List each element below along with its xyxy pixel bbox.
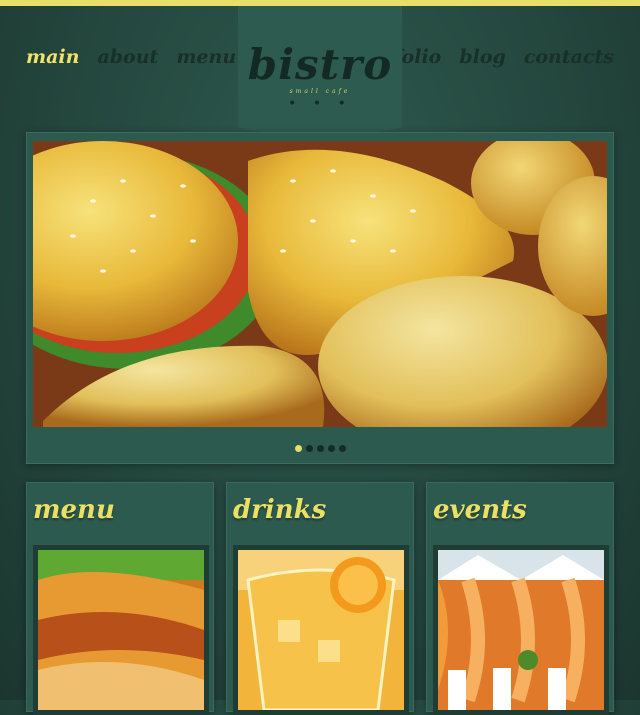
main-nav-right: folio blog contacts [375, 46, 614, 68]
nav-link-menu[interactable]: menu [176, 46, 236, 68]
image-slider [26, 132, 614, 464]
nav-link-contacts[interactable]: contacts [524, 46, 614, 68]
panel-title-menu[interactable]: menu [33, 495, 115, 525]
bread-illustration [33, 141, 607, 427]
slide-image-bread[interactable] [33, 141, 607, 427]
slider-dot-1[interactable] [294, 445, 302, 452]
panel-title-events[interactable]: events [433, 495, 527, 525]
slider-dot-5[interactable] [338, 445, 346, 452]
top-accent-bar [0, 0, 640, 6]
slider-dot-3[interactable] [316, 445, 324, 452]
panel-events: events [426, 482, 614, 715]
panel-menu: menu [26, 482, 214, 715]
slider-dot-4[interactable] [327, 445, 335, 452]
events-thumbnail[interactable] [433, 545, 609, 715]
nav-link-main[interactable]: main [26, 46, 79, 68]
nav-link-about[interactable]: about [97, 46, 158, 68]
logo-dots: • • • [288, 96, 352, 112]
logo-subtitle: small cafe [289, 88, 351, 95]
nav-link-blog[interactable]: blog [459, 46, 505, 68]
logo-title: bistro [247, 40, 393, 89]
panel-drinks: drinks [226, 482, 414, 715]
slider-dot-2[interactable] [305, 445, 313, 452]
lasagna-image [38, 550, 204, 710]
event-tent-image [438, 550, 604, 710]
main-nav-left: main about menu [26, 46, 254, 68]
panel-title-drinks[interactable]: drinks [233, 495, 326, 525]
orange-drink-image [238, 550, 404, 710]
logo-tab[interactable]: bistro small cafe • • • [238, 6, 402, 144]
slider-pagination [27, 437, 613, 456]
menu-thumbnail[interactable] [33, 545, 209, 715]
drinks-thumbnail[interactable] [233, 545, 409, 715]
